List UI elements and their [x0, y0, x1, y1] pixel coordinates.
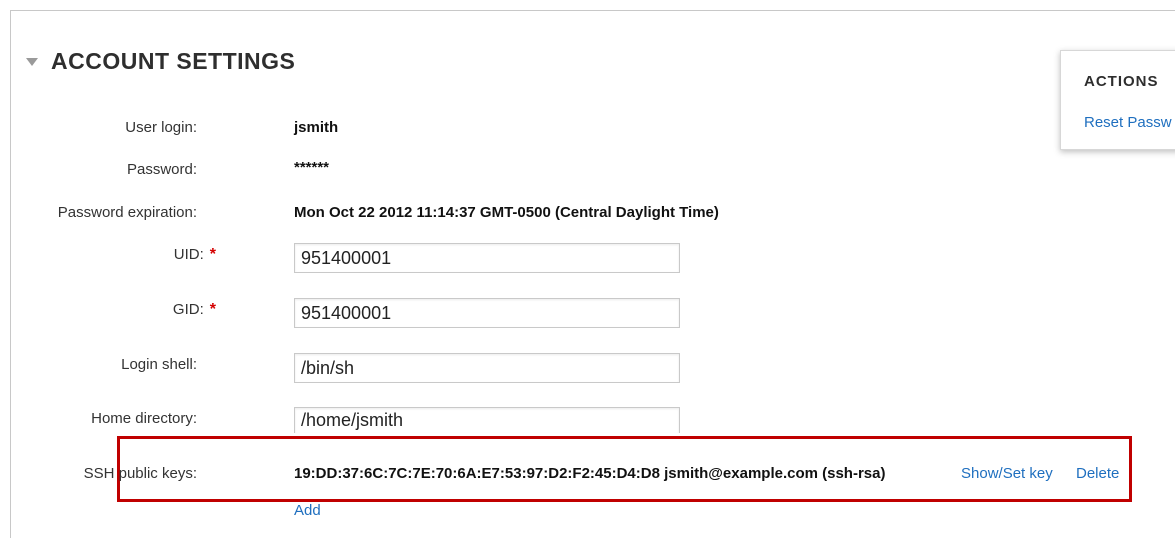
- add-key-link[interactable]: Add: [294, 502, 321, 519]
- ssh-public-keys-label: SSH public keys:: [83, 465, 197, 482]
- password-expiration-row: Password expiration: Mon Oct 22 2012 11:…: [0, 201, 1100, 237]
- user-login-value: jsmith: [294, 119, 339, 136]
- uid-input[interactable]: [294, 243, 680, 273]
- collapse-triangle-icon[interactable]: [26, 58, 38, 66]
- login-shell-row: Login shell:: [0, 353, 1100, 389]
- login-shell-input[interactable]: [294, 353, 680, 383]
- home-directory-label: Home directory:: [91, 410, 197, 427]
- gid-label-text: GID:: [172, 301, 204, 318]
- uid-label: UID: *: [174, 246, 216, 264]
- ssh-key-fingerprint: 19:DD:37:6C:7C:7E:70:6A:E7:53:97:D2:F2:4…: [294, 465, 886, 482]
- required-marker: *: [209, 246, 216, 263]
- password-row: Password: ******: [0, 158, 1100, 194]
- required-marker: *: [209, 301, 216, 318]
- gid-input[interactable]: [294, 298, 680, 328]
- user-login-label: User login:: [125, 119, 197, 136]
- uid-label-text: UID:: [173, 246, 204, 263]
- login-shell-label: Login shell:: [121, 356, 197, 373]
- delete-key-link[interactable]: Delete: [1076, 465, 1119, 482]
- gid-row: GID: *: [0, 298, 1100, 334]
- actions-panel: ACTIONS Reset Passw: [1060, 50, 1175, 150]
- gid-label: GID: *: [173, 301, 216, 319]
- show-set-key-link[interactable]: Show/Set key: [961, 465, 1053, 482]
- home-directory-input[interactable]: [294, 407, 680, 433]
- password-expiration-label: Password expiration:: [57, 204, 197, 221]
- password-expiration-value: Mon Oct 22 2012 11:14:37 GMT-0500 (Centr…: [294, 204, 719, 221]
- reset-password-link[interactable]: Reset Passw: [1084, 114, 1172, 131]
- user-login-row: User login: jsmith: [0, 116, 1100, 152]
- password-value: ******: [294, 159, 330, 176]
- section-header[interactable]: ACCOUNT SETTINGS: [26, 46, 295, 76]
- section-title: ACCOUNT SETTINGS: [51, 47, 296, 74]
- actions-title: ACTIONS: [1084, 73, 1159, 90]
- ssh-public-keys-row: SSH public keys: 19:DD:37:6C:7C:7E:70:6A…: [0, 462, 1120, 498]
- uid-row: UID: *: [0, 243, 1100, 279]
- password-label: Password:: [126, 161, 197, 178]
